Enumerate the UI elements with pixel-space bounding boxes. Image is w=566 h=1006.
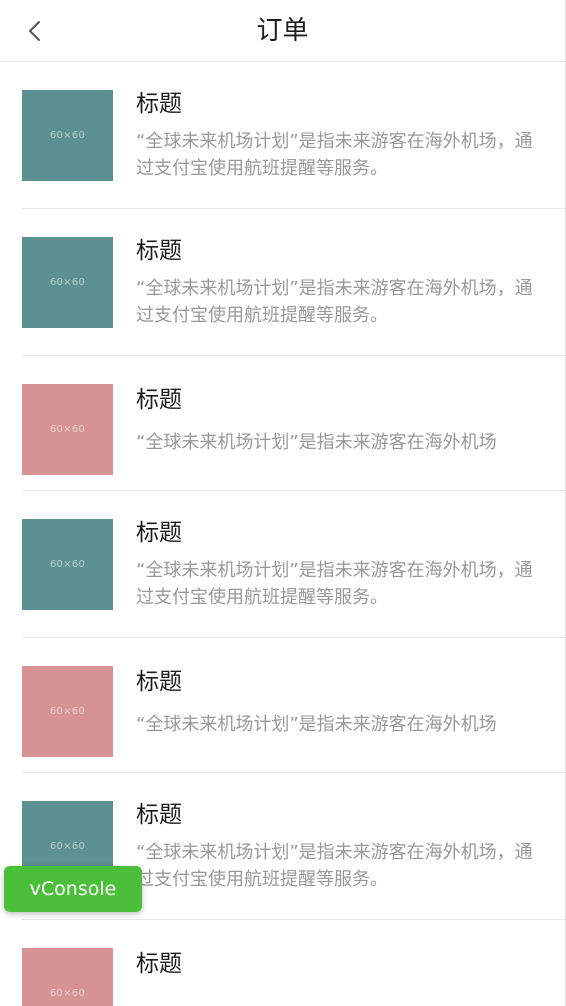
- order-list: 60×60 标题 “全球未来机场计划”是指未来游客在海外机场，通过支付宝使用航班…: [0, 62, 565, 1006]
- thumbnail-size-label: 60×60: [49, 424, 86, 435]
- item-title: 标题: [136, 951, 182, 977]
- order-page: 订单 60×60 标题 “全球未来机场计划”是指未来游客在海外机场，通过支付宝使…: [0, 0, 566, 1006]
- item-title: 标题: [136, 91, 182, 117]
- item-content: 标题 “全球未来机场计划”是指未来游客在海外机场: [136, 356, 565, 456]
- item-content: 标题 “全球未来机场计划”是指未来游客在海外机场，通过支付宝使用航班提醒等服务。: [136, 773, 565, 893]
- thumbnail-image: 60×60: [22, 237, 113, 328]
- thumbnail-size-label: 60×60: [49, 841, 86, 852]
- list-item[interactable]: 60×60 标题: [0, 920, 565, 1006]
- thumbnail-image: 60×60: [22, 666, 113, 757]
- thumbnail-image: 60×60: [22, 948, 113, 1006]
- item-title: 标题: [136, 802, 182, 828]
- list-item[interactable]: 60×60 标题 “全球未来机场计划”是指未来游客在海外机场，通过支付宝使用航班…: [0, 491, 565, 638]
- vconsole-button[interactable]: vConsole: [4, 866, 142, 912]
- thumbnail-image: 60×60: [22, 519, 113, 610]
- item-content: 标题 “全球未来机场计划”是指未来游客在海外机场，通过支付宝使用航班提醒等服务。: [136, 209, 565, 329]
- thumbnail-size-label: 60×60: [49, 706, 86, 717]
- list-item[interactable]: 60×60 标题 “全球未来机场计划”是指未来游客在海外机场，通过支付宝使用航班…: [0, 62, 565, 209]
- item-description: “全球未来机场计划”是指未来游客在海外机场，通过支付宝使用航班提醒等服务。: [136, 278, 533, 326]
- item-description: “全球未来机场计划”是指未来游客在海外机场: [136, 432, 497, 453]
- thumbnail-image: 60×60: [22, 384, 113, 475]
- page-title: 订单: [256, 16, 309, 46]
- thumbnail-size-label: 60×60: [49, 277, 86, 288]
- item-title: 标题: [136, 669, 182, 695]
- nav-bar: 订单: [0, 0, 565, 62]
- thumbnail-size-label: 60×60: [49, 130, 86, 141]
- list-item[interactable]: 60×60 标题 “全球未来机场计划”是指未来游客在海外机场: [0, 356, 565, 491]
- list-item[interactable]: 60×60 标题 “全球未来机场计划”是指未来游客在海外机场，通过支付宝使用航班…: [0, 209, 565, 356]
- item-title: 标题: [136, 387, 182, 413]
- item-description: “全球未来机场计划”是指未来游客在海外机场，通过支付宝使用航班提醒等服务。: [136, 131, 533, 179]
- item-content: 标题 “全球未来机场计划”是指未来游客在海外机场，通过支付宝使用航班提醒等服务。: [136, 491, 565, 611]
- item-description: “全球未来机场计划”是指未来游客在海外机场: [136, 714, 497, 735]
- thumbnail-size-label: 60×60: [49, 559, 86, 570]
- item-content: 标题 “全球未来机场计划”是指未来游客在海外机场: [136, 638, 565, 738]
- item-description: “全球未来机场计划”是指未来游客在海外机场，通过支付宝使用航班提醒等服务。: [136, 842, 533, 890]
- list-item[interactable]: 60×60 标题 “全球未来机场计划”是指未来游客在海外机场: [0, 638, 565, 773]
- thumbnail-image: 60×60: [22, 90, 113, 181]
- item-description: “全球未来机场计划”是指未来游客在海外机场，通过支付宝使用航班提醒等服务。: [136, 560, 533, 608]
- thumbnail-size-label: 60×60: [49, 988, 86, 999]
- item-title: 标题: [136, 520, 182, 546]
- item-content: 标题 “全球未来机场计划”是指未来游客在海外机场，通过支付宝使用航班提醒等服务。: [136, 62, 565, 182]
- item-content: 标题: [136, 920, 565, 993]
- item-title: 标题: [136, 238, 182, 264]
